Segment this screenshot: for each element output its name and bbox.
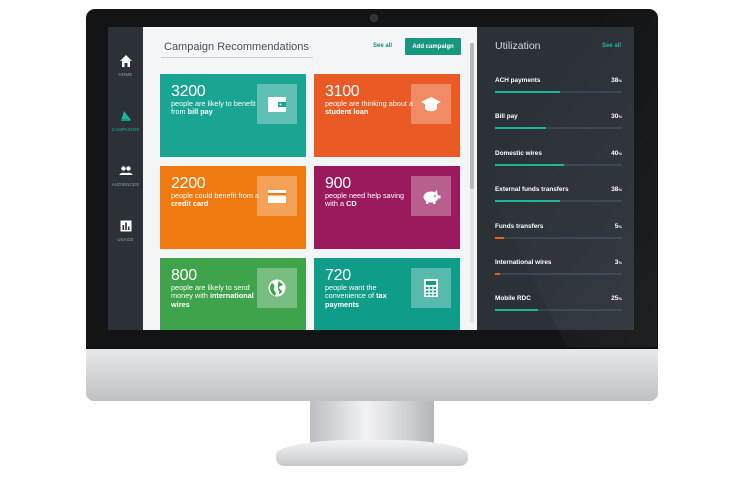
utilization-bar <box>495 164 564 166</box>
utilization-percent: 3% <box>614 259 622 266</box>
webcam <box>370 14 378 22</box>
utilization-track <box>495 91 622 93</box>
tile-description: people need help saving with a CD <box>325 191 405 209</box>
sidebar-item-label: AUDIENCES <box>111 182 140 187</box>
utilization-name: International wires <box>495 259 552 266</box>
utilization-name: External funds transfers <box>495 186 569 193</box>
sidebar-item-home[interactable]: HOME <box>108 54 143 77</box>
tile-description: people are thinking about a student loan <box>325 99 414 117</box>
sidebar-item-campaigns[interactable]: CAMPAIGNS <box>108 109 143 132</box>
tile-description: people are likely to benefit from bill p… <box>171 99 256 117</box>
utilization-track <box>495 309 622 311</box>
sidebar-item-label: USAGE <box>117 237 134 242</box>
utilization-bar <box>495 309 538 311</box>
tile-description: people want the convenience of tax payme… <box>325 283 387 309</box>
utilization-bar <box>495 273 501 275</box>
credit-card-icon <box>268 190 286 203</box>
tile-icon-box <box>257 268 297 308</box>
home-icon <box>119 55 132 67</box>
tile-icon-box <box>257 84 297 124</box>
campaign-tile-tax-payments[interactable]: 720 people want the convenience of tax p… <box>314 258 460 330</box>
sidebar-item-label: CAMPAIGNS <box>111 127 140 132</box>
megaphone-icon <box>120 111 131 121</box>
utilization-percent: 30% <box>611 113 622 120</box>
utilization-bar <box>495 237 504 239</box>
utilization-name: Mobile RDC <box>495 295 531 302</box>
utilization-percent: 25% <box>611 295 622 302</box>
utilization-track <box>495 273 622 275</box>
campaign-tile-cd[interactable]: 900 people need help saving with a CD <box>314 166 460 249</box>
utilization-track <box>495 164 622 166</box>
utilization-percent: 38% <box>611 186 622 193</box>
sidebar-item-usage[interactable]: USAGE <box>108 219 143 242</box>
utilization-see-all-link[interactable]: See all <box>602 43 621 49</box>
sidebar-item-label: HOME <box>118 72 133 77</box>
utilization-bar <box>495 127 547 129</box>
utilization-percent: 5% <box>614 223 622 230</box>
tile-icon-box <box>411 268 451 308</box>
piggy-bank-icon <box>423 190 441 204</box>
utilization-panel: Utilization See all ACH payments 38% Bil… <box>477 27 634 330</box>
utilization-name: Bill pay <box>495 113 518 120</box>
utilization-track <box>495 237 622 239</box>
main-content: Campaign Recommendations ⌵ See all Add c… <box>143 27 477 330</box>
tile-icon-box <box>411 176 451 216</box>
utilization-title: Utilization <box>495 40 541 52</box>
utilization-row-ach-payments[interactable]: ACH payments 38% <box>495 77 622 97</box>
tile-description: people are likely to send money with int… <box>171 283 254 309</box>
campaign-tile-credit-card[interactable]: 2200 people could benefit from a credit … <box>160 166 306 249</box>
campaign-tile-international-wires[interactable]: 800 people are likely to send money with… <box>160 258 306 330</box>
campaign-tiles: 3200 people are likely to benefit from b… <box>143 27 477 330</box>
sidebar-item-audiences[interactable]: AUDIENCES <box>108 164 143 187</box>
sidebar: HOME CAMPAIGNS AUDIENCES USAGE <box>108 27 143 330</box>
campaign-tile-bill-pay[interactable]: 3200 people are likely to benefit from b… <box>160 74 306 157</box>
utilization-percent: 40% <box>611 150 622 157</box>
utilization-row-domestic-wires[interactable]: Domestic wires 40% <box>495 150 622 170</box>
utilization-track <box>495 127 622 129</box>
app-screen: HOME CAMPAIGNS AUDIENCES USAGE Campaign … <box>108 27 634 330</box>
campaign-tile-student-loan[interactable]: 3100 people are thinking about a student… <box>314 74 460 157</box>
globe-icon <box>268 279 286 297</box>
monitor-stand-base <box>276 440 468 466</box>
tile-icon-box <box>411 84 451 124</box>
utilization-percent: 38% <box>611 77 622 84</box>
scrollbar-thumb[interactable] <box>470 43 474 189</box>
utilization-bar <box>495 91 561 93</box>
utilization-bar <box>495 200 561 202</box>
people-icon <box>119 166 132 175</box>
monitor-chin <box>86 347 658 401</box>
utilization-row-bill-pay[interactable]: Bill pay 30% <box>495 113 622 133</box>
tile-icon-box <box>257 176 297 216</box>
utilization-row-mobile-rdc[interactable]: Mobile RDC 25% <box>495 295 622 315</box>
utilization-name: ACH payments <box>495 77 541 84</box>
bar-chart-icon <box>120 220 131 232</box>
utilization-name: Domestic wires <box>495 150 542 157</box>
utilization-track <box>495 200 622 202</box>
tile-description: people could benefit from a credit card <box>171 191 260 209</box>
scrollbar[interactable] <box>470 43 474 323</box>
utilization-row-external-funds-transfers[interactable]: External funds transfers 38% <box>495 186 622 206</box>
utilization-row-international-wires[interactable]: International wires 3% <box>495 259 622 279</box>
wallet-icon <box>268 97 286 112</box>
graduation-cap-icon <box>421 97 441 112</box>
utilization-row-funds-transfers[interactable]: Funds transfers 5% <box>495 223 622 243</box>
monitor-chin-edge <box>86 347 658 349</box>
calculator-icon <box>424 279 438 297</box>
utilization-name: Funds transfers <box>495 223 544 230</box>
